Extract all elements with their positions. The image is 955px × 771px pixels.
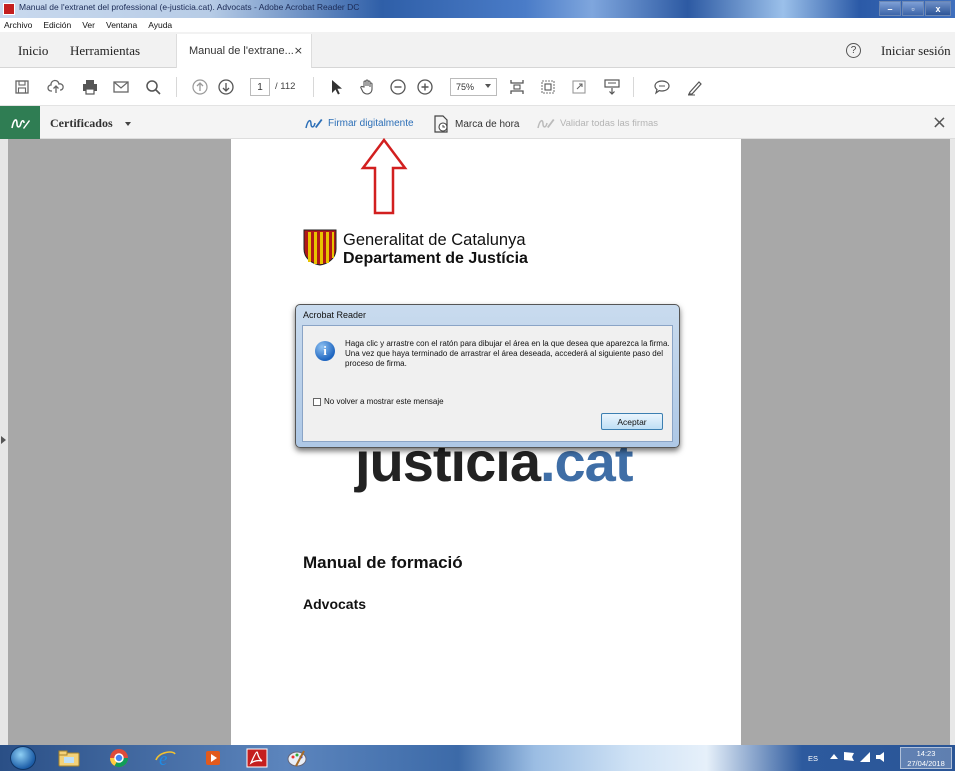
acrobat-app-icon xyxy=(3,3,15,15)
timestamp-button[interactable]: Marca de hora xyxy=(433,115,519,133)
toolbar-divider xyxy=(176,77,177,97)
menu-bar: Archivo Edición Ver Ventana Ayuda xyxy=(0,18,955,32)
annotation-arrow-up-icon xyxy=(360,138,408,215)
show-hidden-icons-icon[interactable] xyxy=(830,754,838,759)
info-icon: i xyxy=(315,341,335,361)
chrome-icon[interactable] xyxy=(108,748,130,768)
signature-toolbar: Certificados Firmar digitalmente Marca d… xyxy=(0,106,955,139)
clock-date: 27/04/2018 xyxy=(907,759,945,768)
timestamp-icon xyxy=(434,115,448,133)
next-page-icon[interactable] xyxy=(217,78,235,96)
tab-tools[interactable]: Herramientas xyxy=(70,43,140,59)
validate-all-button[interactable]: Validar todas las firmas xyxy=(536,115,658,131)
title-bar[interactable]: Manual de l'extranet del professional (e… xyxy=(0,0,955,18)
system-tray xyxy=(830,752,886,762)
sign-digitally-label: Firmar digitalmente xyxy=(328,117,414,129)
acrobat-taskbar-icon[interactable] xyxy=(246,748,268,768)
acrobat-window: Manual de l'extranet del professional (e… xyxy=(0,0,955,771)
scroll-mode-icon[interactable] xyxy=(603,78,621,96)
previous-page-icon[interactable] xyxy=(191,78,209,96)
zoom-value: 75% xyxy=(456,82,475,92)
close-window-button[interactable]: x xyxy=(925,1,951,16)
network-icon[interactable] xyxy=(860,752,870,762)
tab-document-label: Manual de l'extrane... xyxy=(189,45,294,57)
left-panel-toggle[interactable] xyxy=(0,139,8,745)
maximize-button[interactable]: ▫ xyxy=(902,1,924,16)
certificates-menu[interactable]: Certificados xyxy=(50,116,113,131)
main-toolbar: 1 / 112 75% xyxy=(0,68,955,106)
select-cursor-icon[interactable] xyxy=(327,78,345,96)
window-title: Manual de l'extranet del professional (e… xyxy=(19,2,360,12)
close-icon[interactable]: × xyxy=(932,112,947,133)
zoom-select[interactable]: 75% xyxy=(450,78,497,96)
zoom-out-icon[interactable] xyxy=(389,78,407,96)
toolbar-divider xyxy=(633,77,634,97)
validate-all-label: Validar todas las firmas xyxy=(560,117,659,129)
full-screen-icon[interactable] xyxy=(570,78,588,96)
search-icon[interactable] xyxy=(144,78,162,96)
menu-ayuda[interactable]: Ayuda xyxy=(148,18,172,32)
action-center-flag-icon[interactable] xyxy=(844,752,854,761)
chevron-down-icon xyxy=(485,84,491,88)
email-icon[interactable] xyxy=(112,78,130,96)
chevron-right-icon xyxy=(1,436,6,444)
tab-home[interactable]: Inicio xyxy=(18,43,48,59)
dialog-message: Haga clic y arrastre con el ratón para d… xyxy=(345,339,670,368)
clock-time: 14:23 xyxy=(916,749,936,758)
acrobat-dialog: Acrobat Reader i Haga clic y arrastre co… xyxy=(295,304,680,448)
accept-button[interactable]: Aceptar xyxy=(601,413,663,430)
vertical-scrollbar[interactable] xyxy=(950,139,955,745)
page-total: / 112 xyxy=(275,81,296,92)
checkbox-label: No volver a mostrar este mensaje xyxy=(324,397,444,406)
windows-taskbar: e ES 14:23 27/04/2018 xyxy=(0,745,955,771)
dont-show-again-checkbox[interactable]: No volver a mostrar este mensaje xyxy=(313,397,444,406)
page-number-input[interactable]: 1 xyxy=(250,78,270,96)
menu-edicion[interactable]: Edición xyxy=(43,18,71,32)
sign-pen-icon xyxy=(305,119,323,129)
fit-page-icon[interactable] xyxy=(508,78,526,96)
signin-link[interactable]: Iniciar sesión xyxy=(881,43,951,59)
department-name: Departament de Justícia xyxy=(343,250,528,267)
document-subheading: Advocats xyxy=(303,596,367,612)
sign-digitally-button[interactable]: Firmar digitalmente xyxy=(304,115,414,131)
tab-close-icon[interactable]: × xyxy=(294,44,303,57)
rotate-view-icon[interactable] xyxy=(539,78,557,96)
timestamp-label: Marca de hora xyxy=(455,118,520,130)
organization-name: Generalitat de Catalunya xyxy=(343,231,526,249)
paint-icon[interactable] xyxy=(286,748,308,768)
cloud-upload-icon[interactable] xyxy=(47,78,65,96)
highlight-pen-icon[interactable] xyxy=(686,78,704,96)
system-clock[interactable]: 14:23 27/04/2018 xyxy=(900,747,952,769)
print-icon[interactable] xyxy=(81,78,99,96)
generalitat-shield-logo xyxy=(303,229,337,266)
help-icon[interactable]: ? xyxy=(846,43,861,58)
file-explorer-icon[interactable] xyxy=(58,748,80,768)
checkbox-box[interactable] xyxy=(313,397,321,406)
internet-explorer-icon[interactable]: e xyxy=(155,748,177,768)
media-player-icon[interactable] xyxy=(202,748,224,768)
certificates-tool-icon[interactable] xyxy=(0,106,40,139)
document-heading: Manual de formació xyxy=(303,553,463,572)
menu-archivo[interactable]: Archivo xyxy=(4,18,32,32)
minimize-button[interactable]: – xyxy=(879,1,901,16)
menu-ventana[interactable]: Ventana xyxy=(106,18,137,32)
dialog-body: i Haga clic y arrastre con el ratón para… xyxy=(302,325,673,442)
dialog-title: Acrobat Reader xyxy=(303,310,367,320)
window-controls: – ▫ x xyxy=(879,1,951,16)
input-language[interactable]: ES xyxy=(808,754,818,763)
tab-document[interactable]: Manual de l'extrane... × xyxy=(176,34,312,68)
tab-bar: Inicio Herramientas Manual de l'extrane.… xyxy=(0,32,955,68)
hand-tool-icon[interactable] xyxy=(358,78,376,96)
save-icon[interactable] xyxy=(13,78,31,96)
zoom-in-icon[interactable] xyxy=(416,78,434,96)
validate-signature-icon xyxy=(537,119,555,129)
toolbar-divider xyxy=(313,77,314,97)
menu-ver[interactable]: Ver xyxy=(82,18,95,32)
volume-icon[interactable] xyxy=(876,752,884,762)
chevron-down-icon xyxy=(125,122,131,126)
start-button[interactable] xyxy=(10,746,36,770)
comment-icon[interactable] xyxy=(653,78,671,96)
